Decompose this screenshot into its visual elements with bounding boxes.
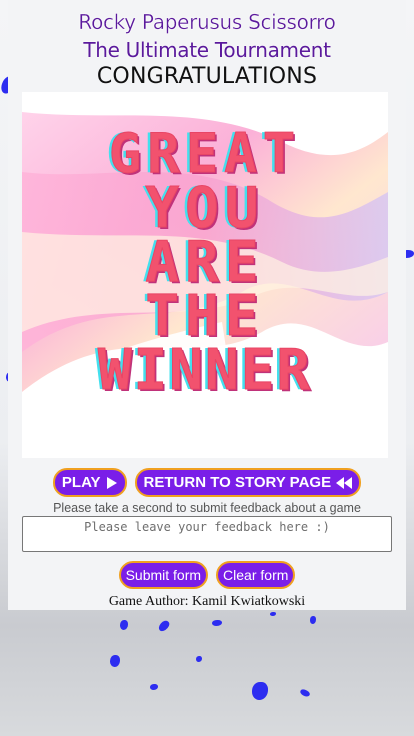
winner-banner: GREAT YOU ARE THE WINNER	[22, 92, 388, 458]
return-to-story-button[interactable]: RETURN TO STORY PAGE	[134, 468, 362, 497]
confetti-piece	[212, 620, 222, 626]
confetti-piece	[270, 612, 276, 616]
confetti-piece	[150, 684, 158, 690]
play-button[interactable]: PLAY	[52, 468, 127, 497]
confetti-piece	[310, 616, 316, 624]
confetti-piece	[299, 687, 311, 699]
feedback-hint: Please take a second to submit feedback …	[53, 501, 361, 515]
banner-line-5: WINNER	[97, 338, 313, 404]
confetti-piece	[196, 656, 202, 662]
rewind-icon	[336, 476, 353, 489]
result-heading: CONGRATULATIONS	[96, 64, 318, 89]
confetti-piece	[120, 620, 128, 630]
action-buttons: PLAY RETURN TO STORY PAGE	[8, 468, 406, 497]
confetti-piece	[157, 618, 171, 634]
clear-form-button[interactable]: Clear form	[216, 561, 296, 589]
confetti-piece	[110, 655, 120, 667]
game-author: Game Author: Kamil Kwiatkowski	[108, 594, 306, 609]
return-to-story-label: RETURN TO STORY PAGE	[143, 474, 332, 491]
play-button-label: PLAY	[61, 474, 101, 491]
form-buttons: Submit form Clear form	[8, 561, 406, 589]
play-triangle-icon	[106, 476, 117, 489]
feedback-textarea[interactable]	[22, 516, 392, 552]
confetti-piece	[252, 682, 268, 700]
game-card: Rocky Paperusus Scissorro The Ultimate T…	[8, 0, 406, 610]
submit-form-button[interactable]: Submit form	[118, 561, 209, 589]
game-subtitle: The Ultimate Tournament	[83, 38, 331, 62]
game-title: Rocky Paperusus Scissorro	[78, 10, 336, 34]
